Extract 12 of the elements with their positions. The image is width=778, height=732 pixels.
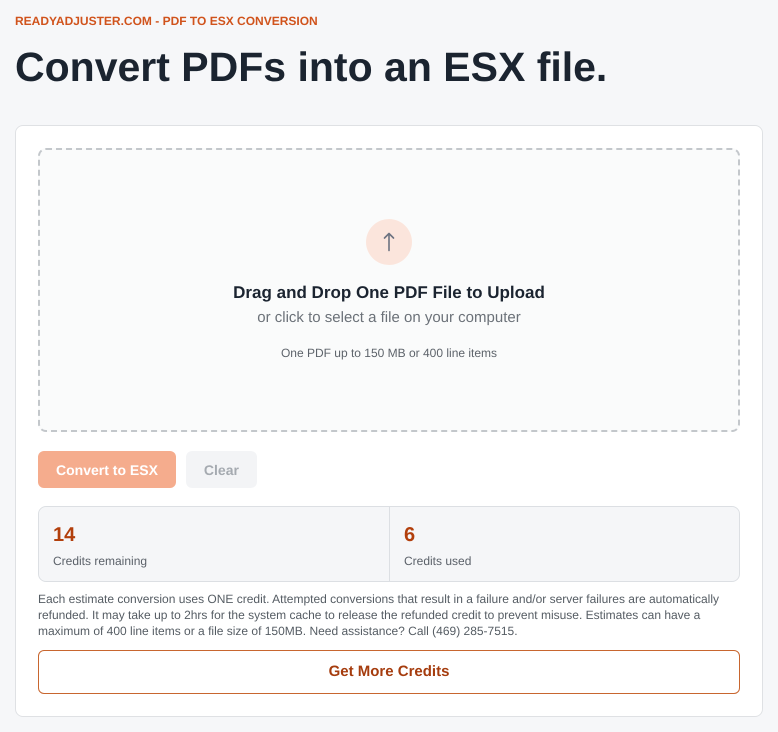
credits-notice: Each estimate conversion uses ONE credit. Attempted conversions that result in a failure and/or server failures are automatically refunded. It may take up to 2hrs for the system cache to release the refunded credit to prevent misuse. Estimates can have a maximum of 400 line items or a file size of 150MB. Need assistance? Call (469) 285-7515. xyxy=(38,591,720,639)
site-eyebrow: READYADJUSTER.COM - PDF TO ESX CONVERSION xyxy=(15,13,318,29)
credit-count: 14 xyxy=(53,523,76,547)
dropzone-subtitle: or click to select a file on your computer xyxy=(257,308,521,328)
upload-limits-hint: One PDF up to 150 MB or 400 line items xyxy=(280,345,498,361)
credit-label: Credits remaining xyxy=(53,553,148,569)
credit-count: 6 xyxy=(404,523,416,547)
get-more-credits-button[interactable]: Get More Credits xyxy=(38,650,740,694)
dropzone-title: Drag and Drop One PDF File to Upload xyxy=(233,282,545,304)
credit-label: Credits used xyxy=(404,553,472,569)
file-dropzone[interactable]: Drag and Drop One PDF File to Upload or click to select a file on your computer One PDF up to 150 MB or 400 line items xyxy=(38,148,740,432)
page-title: Convert PDFs into an ESX file. xyxy=(15,43,608,92)
